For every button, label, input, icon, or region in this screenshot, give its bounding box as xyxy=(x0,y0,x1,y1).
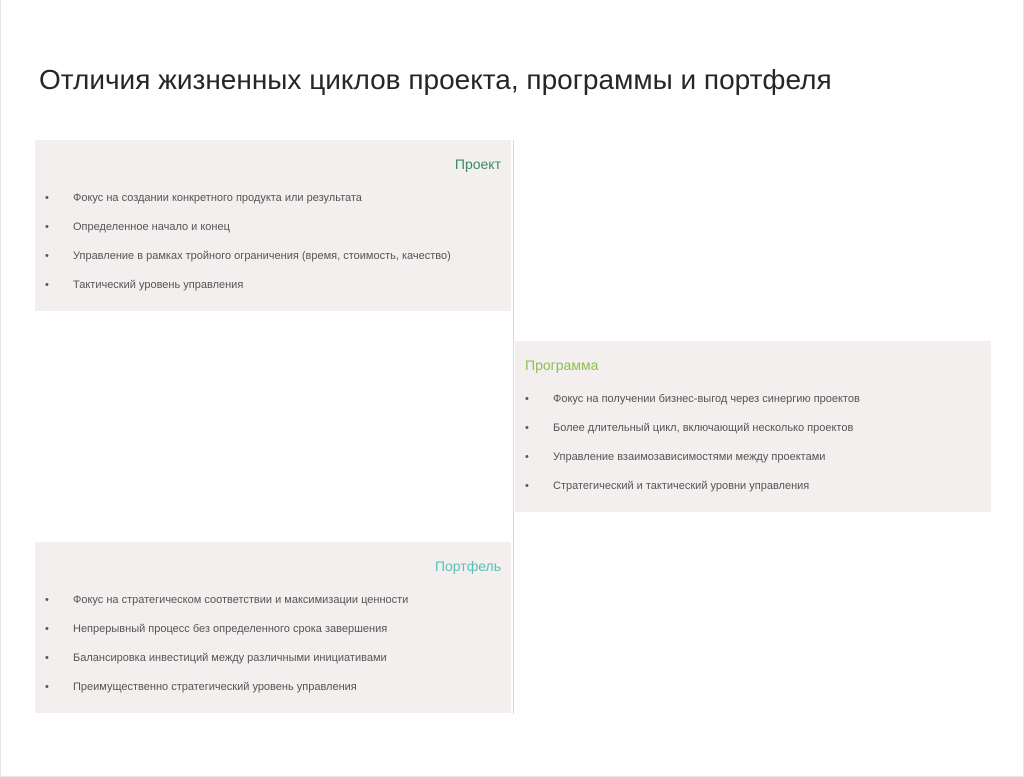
list-item-text: Управление взаимозависимостями между про… xyxy=(553,451,826,463)
list-item-text: Стратегический и тактический уровни упра… xyxy=(553,480,810,492)
bullet-icon: • xyxy=(45,623,49,635)
vertical-divider xyxy=(513,140,514,714)
project-heading: Проект xyxy=(454,156,501,172)
portfolio-heading: Портфель xyxy=(434,558,501,574)
slide: Отличия жизненных циклов проекта, програ… xyxy=(0,0,1024,777)
list-item-text: Более длительный цикл, включающий нескол… xyxy=(553,422,854,434)
slide-title: Отличия жизненных циклов проекта, програ… xyxy=(39,64,832,95)
project-card: Проект • Фокус на создании конкретного пр… xyxy=(35,140,511,311)
bullet-icon: • xyxy=(45,681,49,693)
bullet-icon: • xyxy=(45,250,49,262)
list-item-text: Фокус на стратегическом соответствии и м… xyxy=(73,594,409,606)
list-item-text: Фокус на создании конкретного продукта и… xyxy=(73,192,362,204)
list-item-text: Непрерывный процесс без определенного ср… xyxy=(73,623,388,635)
portfolio-card: Портфель • Фокус на стратегическом соотве… xyxy=(35,542,511,713)
bullet-icon: • xyxy=(45,192,49,204)
program-heading: Программа xyxy=(525,357,599,373)
bullet-icon: • xyxy=(525,480,529,492)
list-item-text: Балансировка инвестиций между различными… xyxy=(73,652,387,664)
list-item-text: Преимущественно стратегический уровень у… xyxy=(73,681,357,693)
bullet-icon: • xyxy=(525,393,529,405)
list-item-text: Фокус на получении бизнес-выгод через си… xyxy=(553,393,860,405)
bullet-icon: • xyxy=(45,221,49,233)
list-item-text: Тактический уровень управления xyxy=(73,279,244,291)
bullet-icon: • xyxy=(525,422,529,434)
program-card: Программа • Фокус на получении бизнес-выг… xyxy=(515,341,991,512)
bullet-icon: • xyxy=(45,279,49,291)
bullet-icon: • xyxy=(45,652,49,664)
bullet-icon: • xyxy=(45,594,49,606)
list-item-text: Определенное начало и конец xyxy=(73,221,230,233)
list-item-text: Управление в рамках тройного ограничения… xyxy=(73,250,451,262)
bullet-icon: • xyxy=(525,451,529,463)
